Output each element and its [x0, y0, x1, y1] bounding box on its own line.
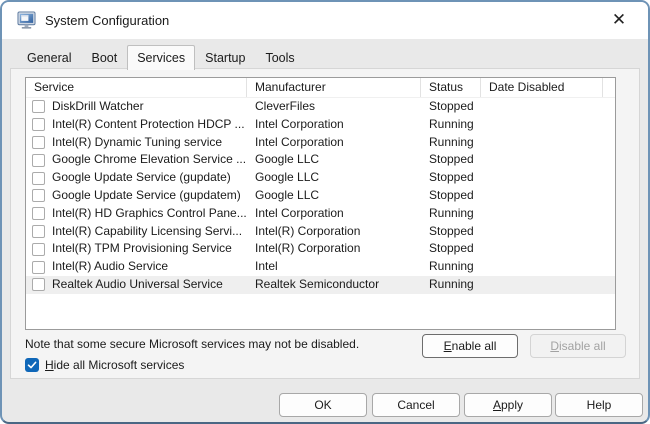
close-button[interactable]: ✕ — [602, 6, 636, 34]
list-header: Service Manufacturer Status Date Disable… — [26, 78, 615, 98]
service-name: Intel(R) Content Protection HDCP ... — [52, 116, 245, 134]
title-bar: System Configuration ✕ — [2, 2, 648, 39]
service-checkbox[interactable] — [32, 189, 45, 202]
column-header-status[interactable]: Status — [421, 78, 481, 97]
table-row[interactable]: Google Update Service (gupdate) Google L… — [26, 169, 615, 187]
apply-button[interactable]: Apply — [464, 393, 552, 417]
service-checkbox[interactable] — [32, 100, 45, 113]
disable-all-accesskey: D — [550, 339, 559, 353]
tab-tools[interactable]: Tools — [255, 47, 304, 69]
service-name: Google Chrome Elevation Service ... — [52, 151, 246, 169]
tab-startup[interactable]: Startup — [195, 47, 255, 69]
service-checkbox[interactable] — [32, 225, 45, 238]
tab-services[interactable]: Services — [127, 45, 195, 70]
enable-all-button[interactable]: Enable all — [422, 334, 518, 358]
status-cell: Running — [421, 134, 481, 152]
table-row[interactable]: Intel(R) TPM Provisioning Service Intel(… — [26, 240, 615, 258]
manufacturer-cell: Intel Corporation — [247, 116, 421, 134]
service-checkbox[interactable] — [32, 261, 45, 274]
column-header-manufacturer[interactable]: Manufacturer — [247, 78, 421, 97]
status-cell: Stopped — [421, 151, 481, 169]
service-checkbox[interactable] — [32, 136, 45, 149]
secure-services-note: Note that some secure Microsoft services… — [25, 337, 359, 351]
hide-accesskey: H — [45, 358, 54, 372]
service-checkbox[interactable] — [32, 278, 45, 291]
manufacturer-cell: CleverFiles — [247, 98, 421, 116]
apply-label: pply — [501, 398, 523, 412]
service-name: Realtek Audio Universal Service — [52, 276, 223, 294]
service-name: Intel(R) Dynamic Tuning service — [52, 134, 222, 152]
service-checkbox[interactable] — [32, 118, 45, 131]
status-cell: Running — [421, 116, 481, 134]
table-row[interactable]: Intel(R) HD Graphics Control Pane... Int… — [26, 205, 615, 223]
manufacturer-cell: Intel(R) Corporation — [247, 223, 421, 241]
ok-button[interactable]: OK — [279, 393, 367, 417]
manufacturer-cell: Google LLC — [247, 169, 421, 187]
manufacturer-cell: Intel Corporation — [247, 205, 421, 223]
services-tab-page: Service Manufacturer Status Date Disable… — [10, 68, 640, 379]
msconfig-app-icon — [17, 11, 36, 30]
manufacturer-cell: Intel Corporation — [247, 134, 421, 152]
table-row-selected[interactable]: Realtek Audio Universal Service Realtek … — [26, 276, 615, 294]
service-checkbox[interactable] — [32, 154, 45, 167]
checkmark-icon — [27, 360, 37, 370]
tab-general[interactable]: General — [17, 47, 81, 69]
status-cell: Running — [421, 258, 481, 276]
hide-microsoft-services-label: Hide all Microsoft services — [45, 358, 184, 372]
service-name: Intel(R) TPM Provisioning Service — [52, 240, 232, 258]
status-cell: Running — [421, 276, 481, 294]
tab-boot[interactable]: Boot — [81, 47, 127, 69]
tab-strip: General Boot Services Startup Tools — [17, 46, 305, 69]
hide-microsoft-services-checkbox[interactable] — [25, 358, 39, 372]
service-checkbox[interactable] — [32, 243, 45, 256]
table-row[interactable]: Intel(R) Content Protection HDCP ... Int… — [26, 116, 615, 134]
service-name: DiskDrill Watcher — [52, 98, 144, 116]
window-title: System Configuration — [45, 13, 169, 28]
status-cell: Stopped — [421, 240, 481, 258]
hide-microsoft-services-row[interactable]: Hide all Microsoft services — [25, 356, 184, 374]
status-cell: Stopped — [421, 169, 481, 187]
service-name: Intel(R) Capability Licensing Servi... — [52, 223, 242, 241]
table-row[interactable]: Intel(R) Capability Licensing Servi... I… — [26, 223, 615, 241]
service-name: Google Update Service (gupdatem) — [52, 187, 241, 205]
manufacturer-cell: Intel(R) Corporation — [247, 240, 421, 258]
disable-all-button: Disable all — [530, 334, 626, 358]
service-checkbox[interactable] — [32, 172, 45, 185]
disable-all-label: isable all — [559, 339, 606, 353]
services-list[interactable]: Service Manufacturer Status Date Disable… — [25, 77, 616, 330]
table-row[interactable]: Intel(R) Audio Service Intel Running — [26, 258, 615, 276]
table-row[interactable]: Google Update Service (gupdatem) Google … — [26, 187, 615, 205]
service-name: Intel(R) Audio Service — [52, 258, 168, 276]
manufacturer-cell: Google LLC — [247, 187, 421, 205]
status-cell: Stopped — [421, 223, 481, 241]
service-name: Intel(R) HD Graphics Control Pane... — [52, 205, 247, 223]
status-cell: Running — [421, 205, 481, 223]
service-checkbox[interactable] — [32, 207, 45, 220]
manufacturer-cell: Realtek Semiconductor — [247, 276, 421, 294]
close-icon: ✕ — [612, 10, 626, 30]
status-cell: Stopped — [421, 187, 481, 205]
column-header-filler — [603, 78, 615, 97]
status-cell: Stopped — [421, 98, 481, 116]
table-row[interactable]: Google Chrome Elevation Service ... Goog… — [26, 151, 615, 169]
enable-all-label: nable all — [452, 339, 497, 353]
column-header-date-disabled[interactable]: Date Disabled — [481, 78, 603, 97]
apply-accesskey: A — [493, 398, 501, 412]
system-configuration-window: System Configuration ✕ General Boot Serv… — [0, 0, 650, 424]
hide-label-rest: ide all Microsoft services — [54, 358, 185, 372]
cancel-button[interactable]: Cancel — [372, 393, 460, 417]
table-row[interactable]: DiskDrill Watcher CleverFiles Stopped — [26, 98, 615, 116]
manufacturer-cell: Google LLC — [247, 151, 421, 169]
service-name: Google Update Service (gupdate) — [52, 169, 231, 187]
enable-all-accesskey: E — [444, 339, 452, 353]
table-row[interactable]: Intel(R) Dynamic Tuning service Intel Co… — [26, 134, 615, 152]
manufacturer-cell: Intel — [247, 258, 421, 276]
help-button[interactable]: Help — [555, 393, 643, 417]
column-header-service[interactable]: Service — [26, 78, 247, 97]
